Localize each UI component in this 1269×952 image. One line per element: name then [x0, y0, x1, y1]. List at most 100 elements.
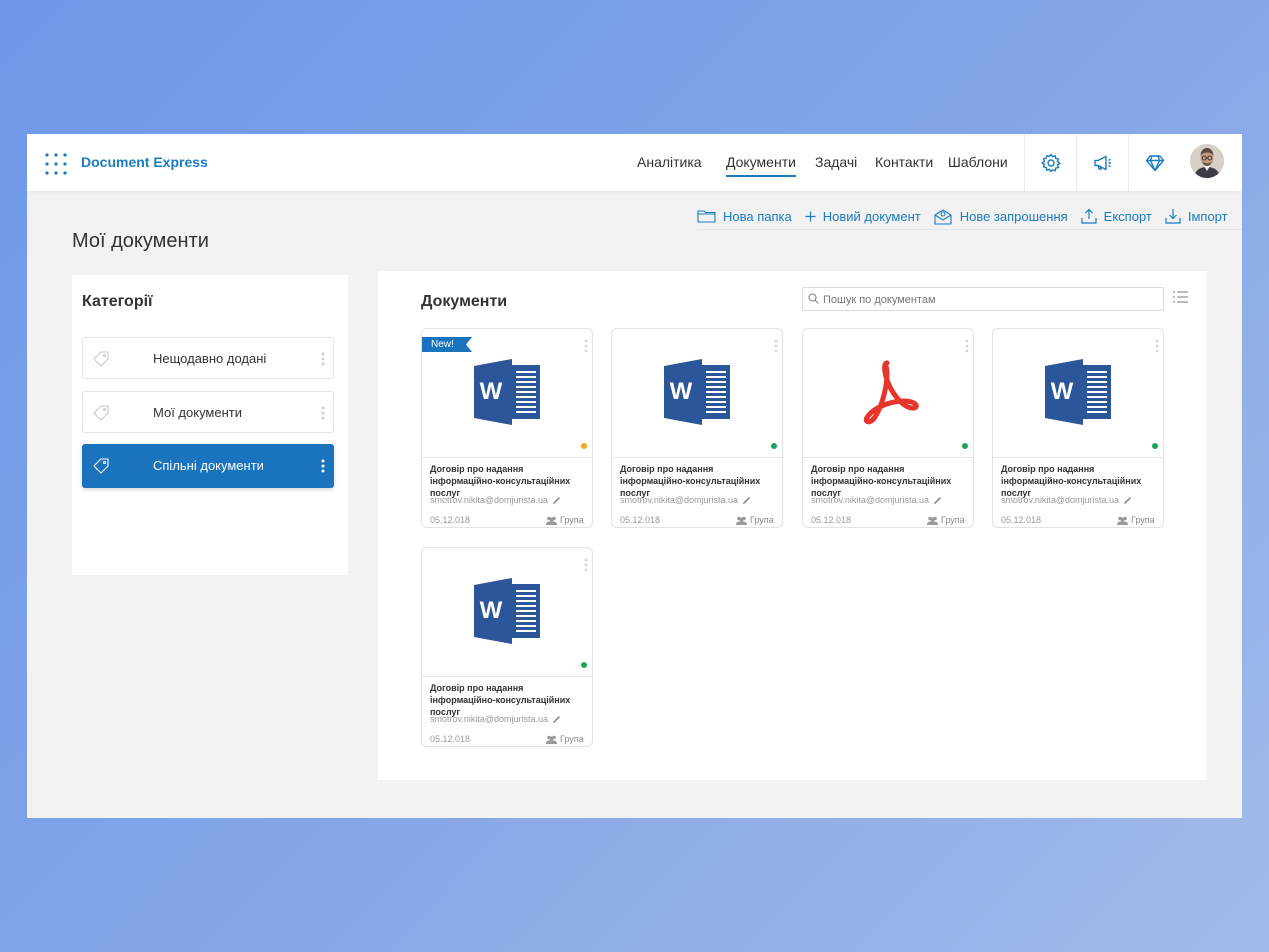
owner-email: smotrov.nikita@domjurista.ua [620, 495, 739, 505]
document-title[interactable]: Договір про надання інформаційно-консуль… [430, 682, 588, 718]
nav-documents[interactable]: Документи [726, 154, 796, 177]
document-owner: smotrov.nikita@domjurista.ua [811, 495, 942, 505]
new-invite-button[interactable]: Нове запрошення [934, 208, 1068, 225]
document-group: Група [927, 515, 965, 525]
svg-text:W: W [670, 378, 693, 405]
top-bar: Document Express Аналітика Документи Зад… [27, 134, 1242, 191]
new-invite-label: Нове запрошення [959, 208, 1068, 224]
group-label: Група [750, 515, 774, 525]
group-label: Група [560, 734, 584, 744]
nav-tasks[interactable]: Задачі [815, 154, 857, 170]
document-group: Група [736, 515, 774, 525]
document-card[interactable]: W New! Договір про надання інформаційно-к… [421, 328, 593, 528]
plus-icon [805, 211, 816, 221]
document-thumbnail[interactable]: W New! [422, 329, 592, 457]
document-card[interactable]: W Договір про надання інформаційно-консу… [421, 547, 593, 747]
document-title[interactable]: Договір про надання інформаційно-консуль… [1001, 463, 1159, 499]
app-title[interactable]: Document Express [81, 154, 208, 170]
document-group: Група [546, 515, 584, 525]
document-date: 05.12.018 [811, 515, 852, 525]
edit-icon[interactable] [552, 715, 561, 724]
group-label: Група [560, 515, 584, 525]
new-document-button[interactable]: Новий документ [805, 209, 921, 224]
document-card[interactable]: Договір про надання інформаційно-консуль… [802, 328, 974, 528]
edit-icon[interactable] [933, 496, 942, 505]
edit-icon[interactable] [1123, 496, 1132, 505]
more-icon[interactable] [321, 459, 325, 473]
document-title[interactable]: Договір про надання інформаційно-консуль… [811, 463, 969, 499]
nav-templates[interactable]: Шаблони [948, 154, 1008, 170]
document-group: Група [1117, 515, 1155, 525]
divider [612, 457, 782, 458]
nav-analytics[interactable]: Аналітика [637, 154, 702, 170]
search-box[interactable] [802, 287, 1164, 311]
list-view-icon[interactable] [1173, 291, 1188, 303]
word-icon: W [474, 578, 540, 644]
documents-panel: Документи W New [378, 271, 1207, 780]
new-folder-button[interactable]: Нова папка [697, 209, 792, 224]
document-owner: smotrov.nikita@domjurista.ua [1001, 495, 1132, 505]
document-title[interactable]: Договір про надання інформаційно-консуль… [620, 463, 778, 499]
document-title[interactable]: Договір про надання інформаційно-консуль… [430, 463, 588, 499]
document-thumbnail[interactable] [803, 329, 973, 457]
divider [422, 457, 592, 458]
megaphone-icon [1094, 155, 1111, 170]
new-document-label: Новий документ [822, 208, 921, 224]
edit-icon[interactable] [552, 496, 561, 505]
document-thumbnail[interactable]: W [612, 329, 782, 457]
category-item-shared[interactable]: Спільні документи [82, 444, 334, 488]
category-item-my-documents[interactable]: Мої документи [82, 391, 334, 433]
divider [422, 676, 592, 677]
announcements-button[interactable] [1076, 134, 1129, 191]
upload-icon [1081, 208, 1097, 224]
search-icon [808, 293, 819, 304]
document-thumbnail[interactable]: W [422, 548, 592, 676]
settings-button[interactable] [1024, 134, 1077, 191]
tag-icon [93, 405, 109, 421]
divider [803, 457, 973, 458]
import-label: Імпорт [1187, 208, 1228, 224]
diamond-icon [1145, 154, 1165, 171]
more-icon[interactable] [774, 339, 778, 353]
download-icon [1165, 209, 1181, 224]
owner-email: smotrov.nikita@domjurista.ua [430, 495, 549, 505]
document-thumbnail[interactable]: W [993, 329, 1163, 457]
group-label: Група [1131, 515, 1155, 525]
status-dot [581, 662, 587, 668]
premium-button[interactable] [1128, 134, 1181, 191]
status-dot [581, 443, 587, 449]
word-icon: W [474, 359, 540, 425]
export-label: Експорт [1103, 208, 1152, 224]
category-label: Мої документи [153, 405, 242, 420]
edit-icon[interactable] [742, 496, 751, 505]
export-button[interactable]: Експорт [1081, 208, 1152, 224]
import-button[interactable]: Імпорт [1165, 208, 1228, 224]
nav-contacts[interactable]: Контакти [875, 154, 933, 170]
word-icon: W [664, 359, 730, 425]
more-icon[interactable] [1155, 339, 1159, 353]
action-bar: Нова папка Новий документ Нове запрошенн… [697, 202, 1241, 230]
search-input[interactable] [821, 290, 1155, 310]
document-date: 05.12.018 [1001, 515, 1042, 525]
pdf-icon [863, 360, 919, 425]
more-icon[interactable] [965, 339, 969, 353]
document-card[interactable]: W Договір про надання інформаційно-консу… [611, 328, 783, 528]
category-item-recent[interactable]: Нещодавно додані [82, 337, 334, 379]
divider [993, 457, 1163, 458]
category-label: Спільні документи [153, 458, 264, 473]
document-card[interactable]: W Договір про надання інформаційно-консу… [992, 328, 1164, 528]
new-badge: New! [422, 337, 472, 357]
tag-icon [93, 351, 109, 367]
word-icon: W [1045, 359, 1111, 425]
tag-icon [93, 458, 109, 474]
avatar[interactable] [1190, 144, 1224, 178]
apps-grid-icon[interactable] [45, 153, 67, 175]
divider [697, 229, 1242, 230]
group-icon [927, 516, 938, 525]
group-label: Група [941, 515, 965, 525]
more-icon[interactable] [321, 352, 325, 366]
more-icon[interactable] [584, 339, 588, 353]
more-icon[interactable] [584, 558, 588, 572]
svg-text:W: W [480, 597, 503, 624]
more-icon[interactable] [321, 406, 325, 420]
